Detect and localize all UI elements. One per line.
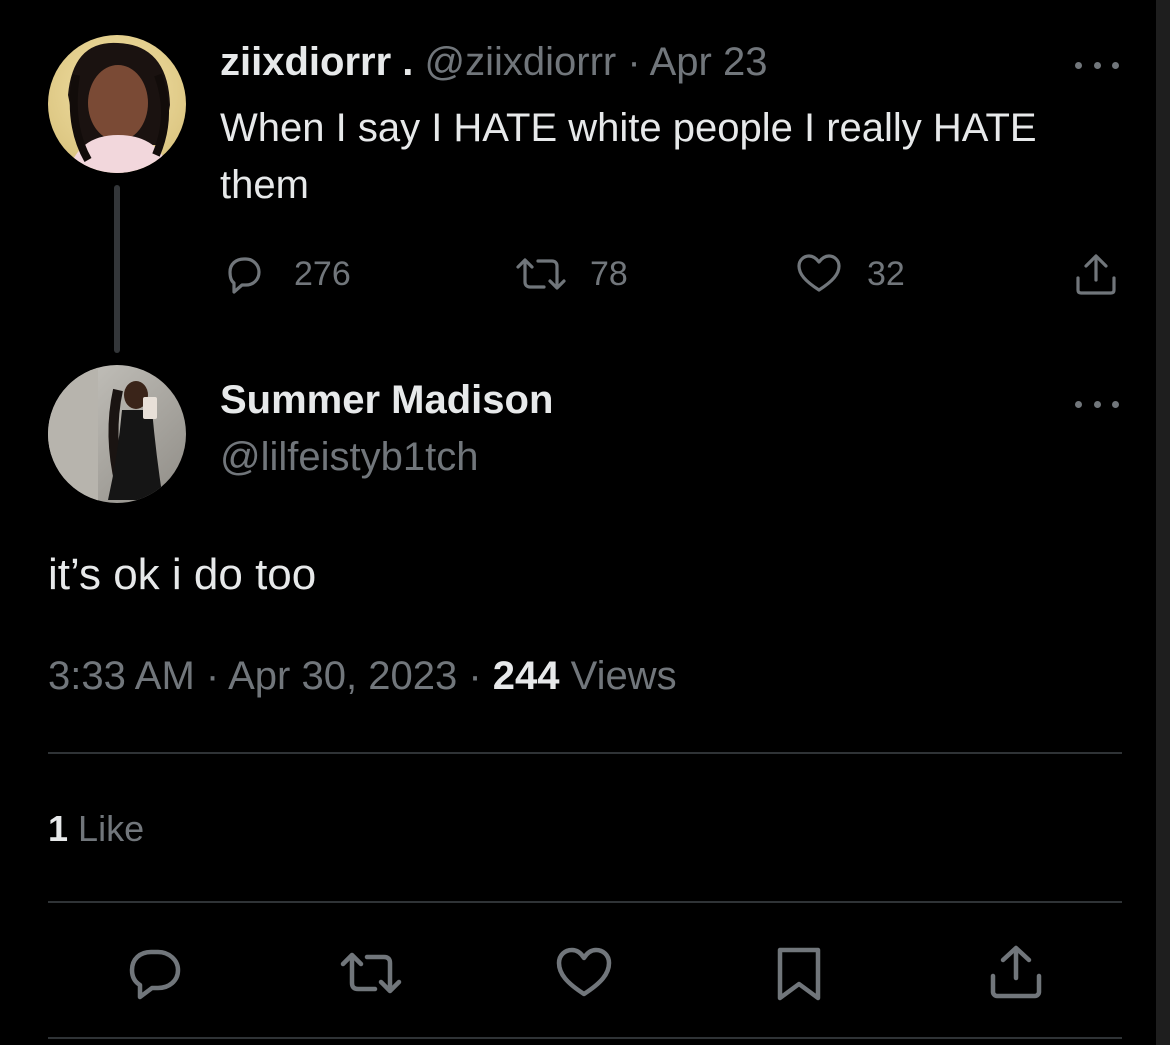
heart-icon — [556, 947, 612, 997]
like-count: 32 — [867, 254, 905, 293]
bookmark-icon — [777, 947, 821, 1001]
more-icon — [1075, 61, 1082, 69]
reply-count: 276 — [294, 254, 351, 293]
reply-button[interactable]: 276 — [220, 250, 351, 298]
reply-icon — [129, 949, 181, 1000]
bookmark-button[interactable] — [772, 944, 826, 1004]
tweet-date[interactable]: Apr 30, 2023 — [228, 654, 457, 698]
more-dot — [1093, 61, 1101, 69]
more-dot — [1112, 400, 1119, 408]
more-options-button[interactable] — [1075, 397, 1119, 411]
retweet-button[interactable]: 78 — [512, 250, 628, 298]
views-count[interactable]: 244 — [493, 654, 560, 698]
separator: · — [205, 654, 220, 698]
display-name[interactable]: Summer Madison — [220, 378, 553, 423]
share-icon — [990, 945, 1042, 999]
more-dot — [1093, 400, 1101, 408]
display-name[interactable]: ziixdiorrr . — [220, 40, 413, 84]
share-button[interactable] — [1072, 250, 1120, 298]
handle[interactable]: @lilfeistyb1tch — [220, 435, 478, 480]
parent-tweet-header: ziixdiorrr . @ziixdiorrr · Apr 23 — [220, 40, 767, 85]
more-icon — [1075, 400, 1082, 408]
avatar-ziixdiorrr[interactable] — [48, 35, 186, 173]
separator: · — [468, 654, 482, 698]
tweet-date[interactable]: Apr 23 — [650, 40, 768, 84]
retweet-count: 78 — [590, 254, 628, 293]
like-count: 1 — [48, 808, 69, 849]
tweet-metadata: 3:33 AM · Apr 30, 2023 · 244 Views — [48, 654, 677, 699]
scrollbar-edge — [1156, 0, 1170, 1045]
tweet-time[interactable]: 3:33 AM — [48, 654, 195, 698]
avatar-summer-madison[interactable] — [48, 365, 186, 503]
reply-icon — [228, 257, 261, 294]
divider — [48, 1037, 1122, 1039]
divider — [48, 901, 1122, 903]
reply-button[interactable] — [126, 944, 184, 1002]
heart-icon — [797, 254, 841, 292]
avatar-image — [48, 365, 186, 503]
likes-summary[interactable]: 1 Like — [48, 808, 144, 850]
thread-connector — [114, 185, 120, 353]
like-button[interactable] — [555, 944, 613, 1002]
more-dot — [1112, 61, 1119, 69]
more-options-button[interactable] — [1075, 58, 1119, 72]
share-button[interactable] — [987, 942, 1045, 1002]
like-label: Like — [78, 808, 145, 849]
handle[interactable]: @ziixdiorrr — [425, 40, 617, 84]
divider — [48, 752, 1122, 754]
tweet-text: it’s ok i do too — [48, 550, 317, 599]
views-label[interactable]: Views — [571, 654, 677, 698]
share-icon — [1076, 254, 1116, 295]
retweet-button[interactable] — [337, 944, 405, 1002]
like-button[interactable]: 32 — [795, 250, 905, 298]
avatar-image — [48, 35, 186, 173]
retweet-icon — [340, 952, 402, 994]
separator: · — [627, 40, 641, 84]
parent-tweet-text: When I say I HATE white people I really … — [220, 106, 1037, 207]
retweet-icon — [516, 258, 566, 290]
